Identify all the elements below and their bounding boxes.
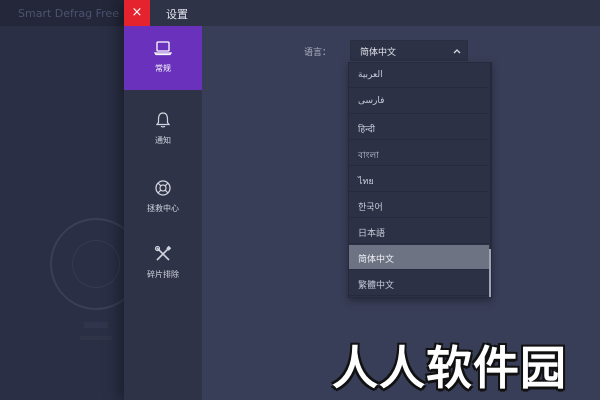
laptop-icon	[153, 41, 173, 56]
sidebar-item-label: 碎片排除	[147, 270, 179, 279]
language-option-label: 한국어	[358, 203, 383, 213]
background-text-line	[80, 336, 112, 340]
language-option-label: 简体中文	[358, 255, 395, 265]
bell-icon	[155, 112, 171, 128]
language-label: 语言：	[304, 48, 332, 58]
background-text-line	[84, 322, 108, 328]
settings-sidebar: 常规 通知 拯救中心 碎片排除	[124, 26, 202, 400]
language-option-thai[interactable]: ไทย	[349, 167, 489, 192]
watermark: 人人软件园	[332, 341, 567, 395]
close-button[interactable]: ×	[124, 0, 150, 26]
sidebar-item-notification[interactable]: 通知	[124, 98, 202, 162]
settings-title: 设置	[166, 8, 188, 21]
language-option-label: 繁體中文	[358, 281, 395, 291]
language-select[interactable]: 简体中文	[350, 40, 468, 61]
sidebar-item-label: 通知	[155, 136, 171, 145]
language-option-label: हिन्दी	[358, 125, 376, 135]
language-option-label: বাংলা	[358, 151, 379, 161]
wrench-screwdriver-icon	[154, 245, 172, 261]
settings-header: × 设置	[124, 0, 600, 26]
language-option-japanese[interactable]: 日本語	[349, 219, 489, 244]
language-dropdown: العربية فارسی हिन्दी বাংলা ไทย 한국어 日本語 简…	[348, 62, 492, 298]
chevron-up-icon	[453, 49, 461, 54]
sidebar-item-general[interactable]: 常规	[124, 26, 202, 90]
background-defrag-ring-inner	[72, 240, 120, 288]
language-option-arabic[interactable]: العربية	[349, 63, 489, 88]
sidebar-item-exclusion[interactable]: 碎片排除	[124, 232, 202, 296]
language-option-label: العربية	[358, 70, 383, 80]
language-option-label: 日本語	[358, 229, 386, 239]
language-select-value: 简体中文	[360, 48, 397, 58]
language-option-simplified-chinese[interactable]: 简体中文	[349, 245, 489, 270]
language-option-korean[interactable]: 한국어	[349, 193, 489, 218]
language-option-label: فارسی	[358, 96, 385, 106]
sidebar-item-label: 拯救中心	[147, 204, 179, 213]
sidebar-item-label: 常规	[155, 64, 171, 73]
language-option-label: ไทย	[358, 177, 374, 187]
dropdown-scrollbar-thumb[interactable]	[489, 249, 491, 297]
background-app-title: Smart Defrag Free	[18, 7, 119, 20]
lifebuoy-icon	[155, 180, 171, 196]
language-option-hindi[interactable]: हिन्दी	[349, 115, 489, 140]
language-option-persian[interactable]: فارسی	[349, 89, 489, 114]
sidebar-item-rescue-center[interactable]: 拯救中心	[124, 166, 202, 230]
language-option-traditional-chinese[interactable]: 繁體中文	[349, 271, 489, 296]
language-option-bengali[interactable]: বাংলা	[349, 141, 489, 166]
